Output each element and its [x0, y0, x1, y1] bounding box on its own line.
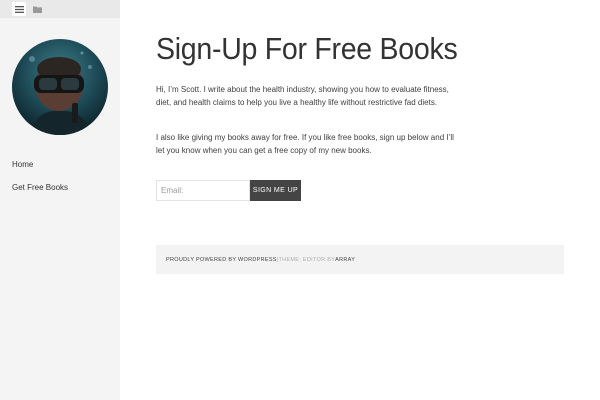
menu-icon [14, 5, 24, 13]
site-footer: PROUDLY POWERED BY WORDPRESS | THEME: ED… [156, 245, 564, 274]
nav-link-home[interactable]: Home [12, 159, 33, 170]
footer-powered-by-link[interactable]: PROUDLY POWERED BY WORDPRESS [166, 257, 277, 263]
sidebar-toolbar [0, 0, 120, 18]
main-content: Sign-Up For Free Books Hi, I’m Scott. I … [156, 30, 458, 201]
avatar-image [12, 39, 108, 135]
folder-toggle-button[interactable] [30, 2, 44, 16]
page-title: Sign-Up For Free Books [156, 31, 458, 66]
nav-link-get-free-books[interactable]: Get Free Books [12, 182, 68, 193]
avatar [12, 39, 108, 135]
intro-paragraph: Hi, I’m Scott. I write about the health … [156, 85, 449, 107]
signup-form: SIGN ME UP [156, 180, 301, 201]
menu-toggle-button[interactable] [12, 2, 26, 16]
nav-item-get-free-books: Get Free Books [12, 177, 68, 195]
sidebar: Home Get Free Books [0, 0, 120, 400]
free-books-paragraph: I also like giving my books away for fre… [156, 133, 454, 155]
folder-icon [32, 6, 42, 13]
nav-item-home: Home [12, 154, 68, 172]
sidebar-nav: Home Get Free Books [12, 154, 68, 200]
sign-me-up-button[interactable]: SIGN ME UP [250, 180, 301, 201]
footer-theme-text: THEME: EDITOR BY [278, 256, 336, 263]
footer-theme-author-link[interactable]: ARRAY [335, 257, 355, 263]
email-input[interactable] [156, 180, 250, 201]
